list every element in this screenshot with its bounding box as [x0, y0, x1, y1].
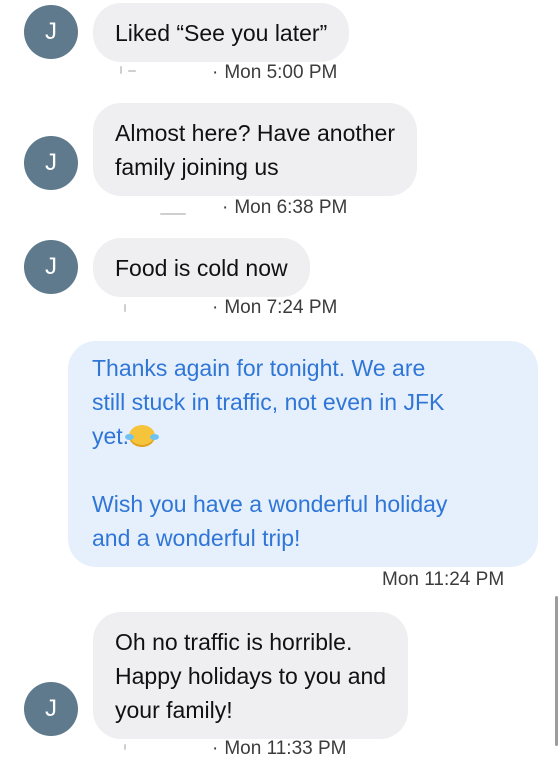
message-timestamp: · Mon 11:33 PM — [212, 738, 347, 759]
outgoing-message-bubble[interactable]: Thanks again for tonight. We are still s… — [68, 341, 538, 567]
incoming-message-bubble[interactable]: Oh no traffic is horrible. Happy holiday… — [93, 612, 409, 739]
redacted-text — [128, 70, 136, 72]
redacted-text — [124, 744, 126, 750]
incoming-message-bubble[interactable]: Almost here? Have another family joining… — [93, 103, 417, 196]
incoming-message-bubble[interactable]: Food is cold now — [93, 238, 310, 297]
redacted-text — [120, 66, 122, 74]
message-text: Wish you have a wonderful holiday and a … — [92, 491, 448, 551]
avatar[interactable]: J — [24, 136, 78, 190]
redacted-text — [160, 213, 186, 215]
avatar[interactable]: J — [24, 682, 78, 736]
avatar[interactable]: J — [24, 240, 78, 294]
scrollbar[interactable] — [555, 596, 558, 746]
face-with-tears-of-joy-icon — [125, 425, 160, 447]
incoming-message-bubble[interactable]: Liked “See you later” — [93, 3, 350, 62]
message-timestamp: · Mon 6:38 PM — [222, 197, 348, 218]
avatar[interactable]: J — [24, 5, 78, 59]
message-timestamp: Mon 11:24 PM — [382, 569, 505, 590]
message-timestamp: · Mon 7:24 PM — [212, 297, 338, 318]
message-timestamp: · Mon 5:00 PM — [212, 62, 338, 83]
redacted-text — [124, 304, 126, 312]
